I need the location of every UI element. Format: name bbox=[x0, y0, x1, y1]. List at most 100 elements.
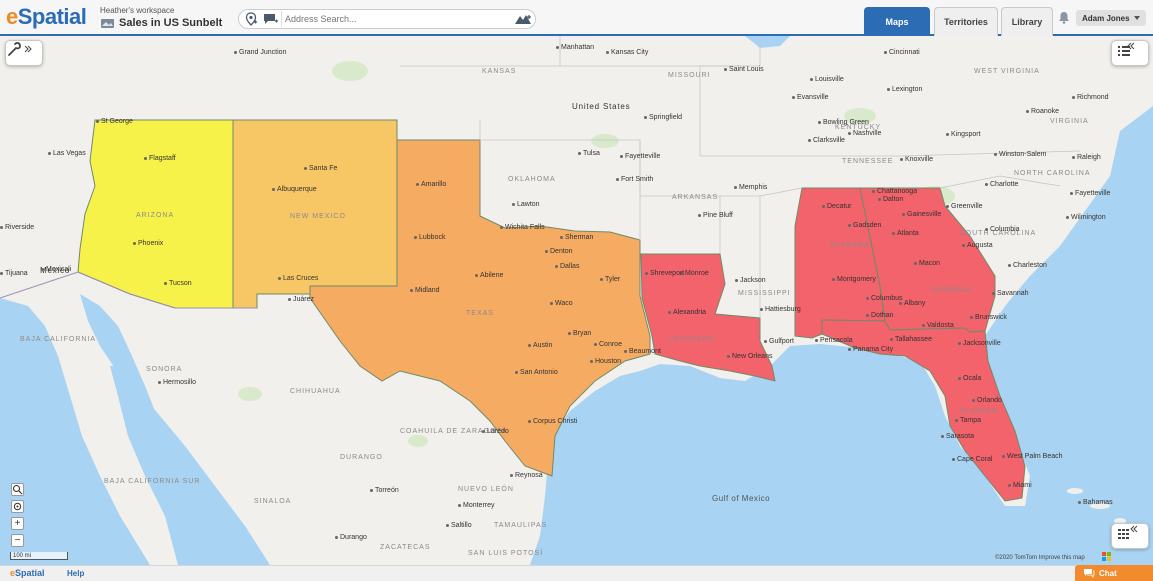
city-laredo: Laredo bbox=[482, 428, 509, 435]
grid-icon bbox=[1118, 525, 1138, 539]
city-wichita-falls: Wichita Falls bbox=[500, 224, 545, 231]
city-monroe: Monroe bbox=[680, 270, 709, 277]
city-savannah: Savannah bbox=[992, 290, 1029, 297]
label-gulf-of-mexico: Gulf of Mexico bbox=[712, 494, 771, 503]
pin-add-icon[interactable] bbox=[243, 10, 259, 28]
bell-icon[interactable] bbox=[1058, 11, 1070, 24]
city-bryan: Bryan bbox=[568, 330, 591, 337]
label-mississippi: MISSISSIPPI bbox=[738, 290, 791, 297]
footer-logo[interactable]: eSpatial bbox=[10, 568, 45, 578]
help-link[interactable]: Help bbox=[67, 569, 84, 578]
city-sarasota: Sarasota bbox=[941, 433, 974, 440]
city-austin: Austin bbox=[528, 342, 552, 349]
city-tucson: Tucson bbox=[164, 280, 192, 287]
label-north-carolina: NORTH CAROLINA bbox=[1014, 170, 1091, 177]
workspace-title[interactable]: Sales in US Sunbelt bbox=[119, 17, 222, 29]
city-alexandria: Alexandria bbox=[668, 309, 706, 316]
espatial-logo[interactable]: eSpatial bbox=[6, 4, 87, 30]
city-macon: Macon bbox=[914, 260, 940, 267]
tab-maps[interactable]: Maps bbox=[864, 7, 930, 36]
city-tulsa: Tulsa bbox=[578, 150, 600, 157]
zoom-in-icon[interactable]: + bbox=[11, 517, 24, 530]
workspace-label: Heather's workspace bbox=[100, 6, 175, 15]
city-valdosta: Valdosta bbox=[922, 322, 954, 329]
city-roanoke: Roanoke bbox=[1026, 108, 1059, 115]
city-tijuana: Tijuana bbox=[0, 270, 28, 277]
zoom-out-icon[interactable]: − bbox=[11, 534, 24, 547]
city-wilmington: Wilmington bbox=[1066, 214, 1106, 221]
chat-icon bbox=[1084, 569, 1095, 578]
city-albuquerque: Albuquerque bbox=[272, 186, 317, 193]
city-clarksville: Clarksville bbox=[808, 137, 845, 144]
user-menu[interactable]: Adam Jones bbox=[1076, 10, 1146, 26]
city-memphis: Memphis bbox=[734, 184, 767, 191]
city-durango: Durango bbox=[335, 534, 367, 541]
tab-library[interactable]: Library bbox=[1001, 7, 1053, 36]
city-torreon: Torreón bbox=[370, 487, 399, 494]
label-baja-california: BAJA CALIFORNIA bbox=[20, 336, 97, 343]
tools-button[interactable] bbox=[5, 40, 43, 66]
city-denton: Denton bbox=[545, 248, 573, 255]
label-new-mexico: NEW MEXICO bbox=[290, 213, 346, 220]
city-dalton: Dalton bbox=[878, 196, 903, 203]
city-pine-bluff: Pine Bluff bbox=[698, 212, 733, 219]
map-attribution[interactable]: ©2020 TomTom Improve this map bbox=[995, 555, 1085, 561]
address-search-input[interactable] bbox=[281, 11, 511, 27]
city-gulfport: Gulfport bbox=[764, 338, 794, 345]
city-knoxville: Knoxville bbox=[900, 156, 933, 163]
chat-label: Chat bbox=[1099, 568, 1117, 578]
map-stack-icon bbox=[101, 19, 114, 28]
route-icon[interactable] bbox=[513, 10, 533, 28]
city-chattanooga: Chattanooga bbox=[872, 188, 917, 195]
city-sherman: Sherman bbox=[560, 234, 593, 241]
zoom-search-icon[interactable] bbox=[11, 483, 24, 496]
city-ocala: Ocala bbox=[958, 375, 981, 382]
grid-view-button[interactable] bbox=[1111, 523, 1149, 549]
city-manhattan: Manhattan bbox=[556, 44, 594, 51]
city-new-orleans: New Orleans bbox=[727, 353, 772, 360]
city-columbia: Columbia bbox=[985, 226, 1020, 233]
city-gainesville: Gainesville bbox=[902, 211, 941, 218]
city-jacksonville: Jacksonville bbox=[958, 340, 1001, 347]
city-mexicali: Mexicali bbox=[41, 266, 71, 273]
map-canvas[interactable]: United States Mexico Gulf of Mexico Baha… bbox=[0, 36, 1153, 565]
city-pensacola: Pensacola bbox=[815, 337, 853, 344]
label-sinaloa: SINALOA bbox=[254, 498, 292, 505]
label-florida: FLORIDA bbox=[960, 408, 998, 415]
label-united-states: United States bbox=[572, 102, 631, 111]
city-raleigh: Raleigh bbox=[1072, 154, 1101, 161]
city-reynosa: Reynosa bbox=[510, 472, 543, 479]
city-brunswick: Brunswick bbox=[970, 314, 1007, 321]
city-montgomery: Montgomery bbox=[832, 276, 876, 283]
city-saint-louis: Saint Louis bbox=[724, 66, 764, 73]
city-columbus: Columbus bbox=[866, 295, 903, 302]
city-saltillo: Saltillo bbox=[446, 522, 472, 529]
scale-bar: 100 mi bbox=[10, 552, 68, 560]
city-amarillo: Amarillo bbox=[416, 181, 446, 188]
city-decatur: Decatur bbox=[822, 203, 852, 210]
label-zacatecas: ZACATECAS bbox=[380, 544, 431, 551]
city-kingsport: Kingsport bbox=[946, 131, 981, 138]
city-cape-coral: Cape Coral bbox=[952, 456, 992, 463]
locate-icon[interactable] bbox=[11, 500, 24, 513]
city-kansas-city: Kansas City bbox=[606, 49, 648, 56]
message-add-icon[interactable] bbox=[262, 10, 280, 28]
city-santa-fe: Santa Fe bbox=[304, 165, 337, 172]
city-gadsden: Gadsden bbox=[848, 222, 881, 229]
city-beaumont: Beaumont bbox=[624, 348, 661, 355]
tab-territories[interactable]: Territories bbox=[934, 7, 998, 36]
label-louisiana: LOUISIANA bbox=[668, 336, 715, 343]
city-corpus-christi: Corpus Christi bbox=[528, 418, 577, 425]
label-virginia: VIRGINIA bbox=[1050, 118, 1089, 125]
chat-button[interactable]: Chat bbox=[1075, 565, 1153, 581]
city-abilene: Abilene bbox=[475, 272, 503, 279]
legend-button[interactable] bbox=[1111, 40, 1149, 66]
label-durango: DURANGO bbox=[340, 454, 383, 461]
city-riverside: Riverside bbox=[0, 224, 34, 231]
city-west-palm-beach: West Palm Beach bbox=[1002, 453, 1063, 460]
city-winston-salem: Winston-Salem bbox=[994, 151, 1046, 158]
label-bahamas: Bahamas bbox=[1078, 499, 1113, 506]
city-louisville: Louisville bbox=[810, 76, 844, 83]
footer-logo-rest: Spatial bbox=[15, 568, 45, 578]
city-hermosillo: Hermosillo bbox=[158, 379, 196, 386]
